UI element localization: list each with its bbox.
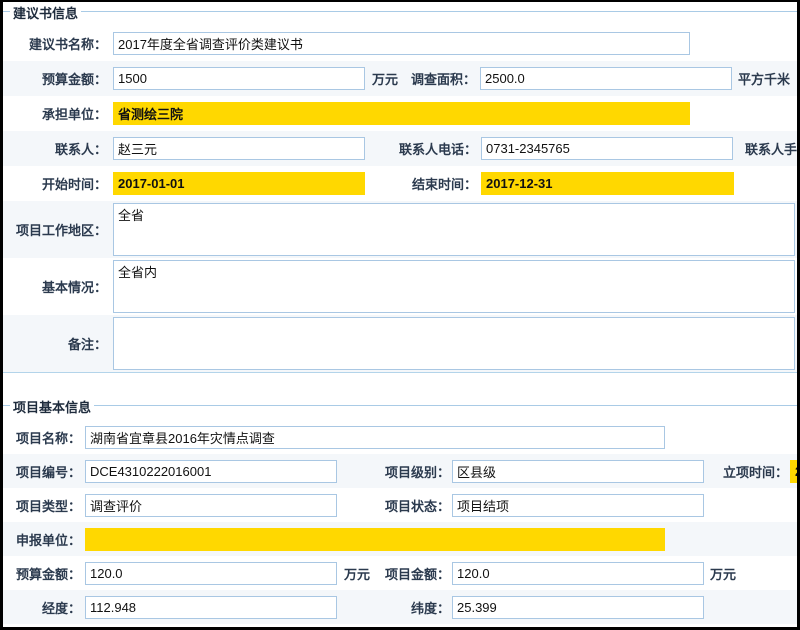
project-type-label: 项目类型： <box>3 496 85 515</box>
project-budget-label: 预算金额： <box>3 564 85 583</box>
budget-unit-label: 万元 <box>372 69 398 88</box>
project-status-input[interactable] <box>452 494 704 517</box>
latitude-label: 纬度： <box>378 598 450 617</box>
start-time-label: 开始时间： <box>3 174 113 193</box>
project-code-label: 项目编号： <box>3 462 85 481</box>
basic-info-label: 基本情况： <box>3 277 113 296</box>
budget-input[interactable] <box>113 67 365 90</box>
approval-time-input[interactable] <box>790 460 797 483</box>
form-panel: 建议书信息 建议书名称： 预算金额： 万元 调查面积： 平方千米 承担单位： 联… <box>0 0 800 630</box>
project-amount-label: 项目金额： <box>378 564 450 583</box>
project-budget-unit-label: 万元 <box>344 564 370 583</box>
project-status-label: 项目状态： <box>378 496 450 515</box>
declare-unit-input[interactable] <box>85 528 665 551</box>
row-budget-area: 预算金额： 万元 调查面积： 平方千米 <box>3 61 797 96</box>
project-level-input[interactable] <box>452 460 704 483</box>
survey-area-input[interactable] <box>480 67 732 90</box>
row-work-area: 项目工作地区： 全省 <box>3 201 797 258</box>
project-amount-input[interactable] <box>452 562 704 585</box>
row-undertaker: 承担单位： <box>3 96 797 131</box>
row-contact: 联系人： 联系人电话： 联系人手机： <box>3 131 797 166</box>
project-name-input[interactable] <box>85 426 665 449</box>
contact-mobile-label: 联系人手机： <box>745 139 797 158</box>
remark-textarea[interactable] <box>113 317 795 370</box>
row-code-level: 项目编号： 项目级别： 立项时间： <box>3 454 797 488</box>
project-code-input[interactable] <box>85 460 337 483</box>
fieldset-line <box>3 11 797 12</box>
row-coordinates: 经度： 纬度： <box>3 590 797 624</box>
work-area-textarea[interactable]: 全省 <box>113 203 795 256</box>
row-type-status: 项目类型： 项目状态： <box>3 488 797 522</box>
undertaker-label: 承担单位： <box>3 104 113 123</box>
project-amount-unit-label: 万元 <box>710 564 736 583</box>
section-divider <box>3 372 797 396</box>
section-project-title: 项目基本信息 <box>10 397 94 416</box>
survey-area-unit-label: 平方千米 <box>738 69 790 88</box>
longitude-input[interactable] <box>85 596 337 619</box>
section-proposal-title: 建议书信息 <box>10 3 81 22</box>
row-declare-unit: 申报单位： <box>3 522 797 556</box>
row-budget-amount: 预算金额： 万元 项目金额： 万元 <box>3 556 797 590</box>
project-type-input[interactable] <box>85 494 337 517</box>
contact-label: 联系人： <box>3 139 113 158</box>
row-time: 开始时间： 结束时间： <box>3 166 797 201</box>
section-project-header: 项目基本信息 <box>3 396 797 420</box>
longitude-label: 经度： <box>3 598 85 617</box>
project-budget-input[interactable] <box>85 562 337 585</box>
declare-unit-label: 申报单位： <box>3 530 85 549</box>
budget-label: 预算金额： <box>3 69 113 88</box>
row-proposal-name: 建议书名称： <box>3 26 797 61</box>
contact-input[interactable] <box>113 137 365 160</box>
approval-time-label: 立项时间： <box>716 462 788 481</box>
row-project-name: 项目名称： <box>3 420 797 454</box>
contact-phone-input[interactable] <box>481 137 733 160</box>
project-name-label: 项目名称： <box>3 428 85 447</box>
fieldset-line <box>3 405 797 406</box>
latitude-input[interactable] <box>452 596 704 619</box>
contact-phone-label: 联系人电话： <box>365 139 477 158</box>
project-level-label: 项目级别： <box>378 462 450 481</box>
remark-label: 备注： <box>3 334 113 353</box>
section-proposal-header: 建议书信息 <box>3 2 797 26</box>
work-area-label: 项目工作地区： <box>3 220 113 239</box>
row-basic-info: 基本情况： 全省内 <box>3 258 797 315</box>
proposal-name-label: 建议书名称： <box>3 34 113 53</box>
row-remark: 备注： <box>3 315 797 372</box>
end-time-input[interactable] <box>481 172 734 195</box>
survey-area-label: 调查面积： <box>401 69 476 88</box>
basic-info-textarea[interactable]: 全省内 <box>113 260 795 313</box>
undertaker-input[interactable] <box>113 102 690 125</box>
end-time-label: 结束时间： <box>365 174 477 193</box>
proposal-name-input[interactable] <box>113 32 690 55</box>
start-time-input[interactable] <box>113 172 365 195</box>
